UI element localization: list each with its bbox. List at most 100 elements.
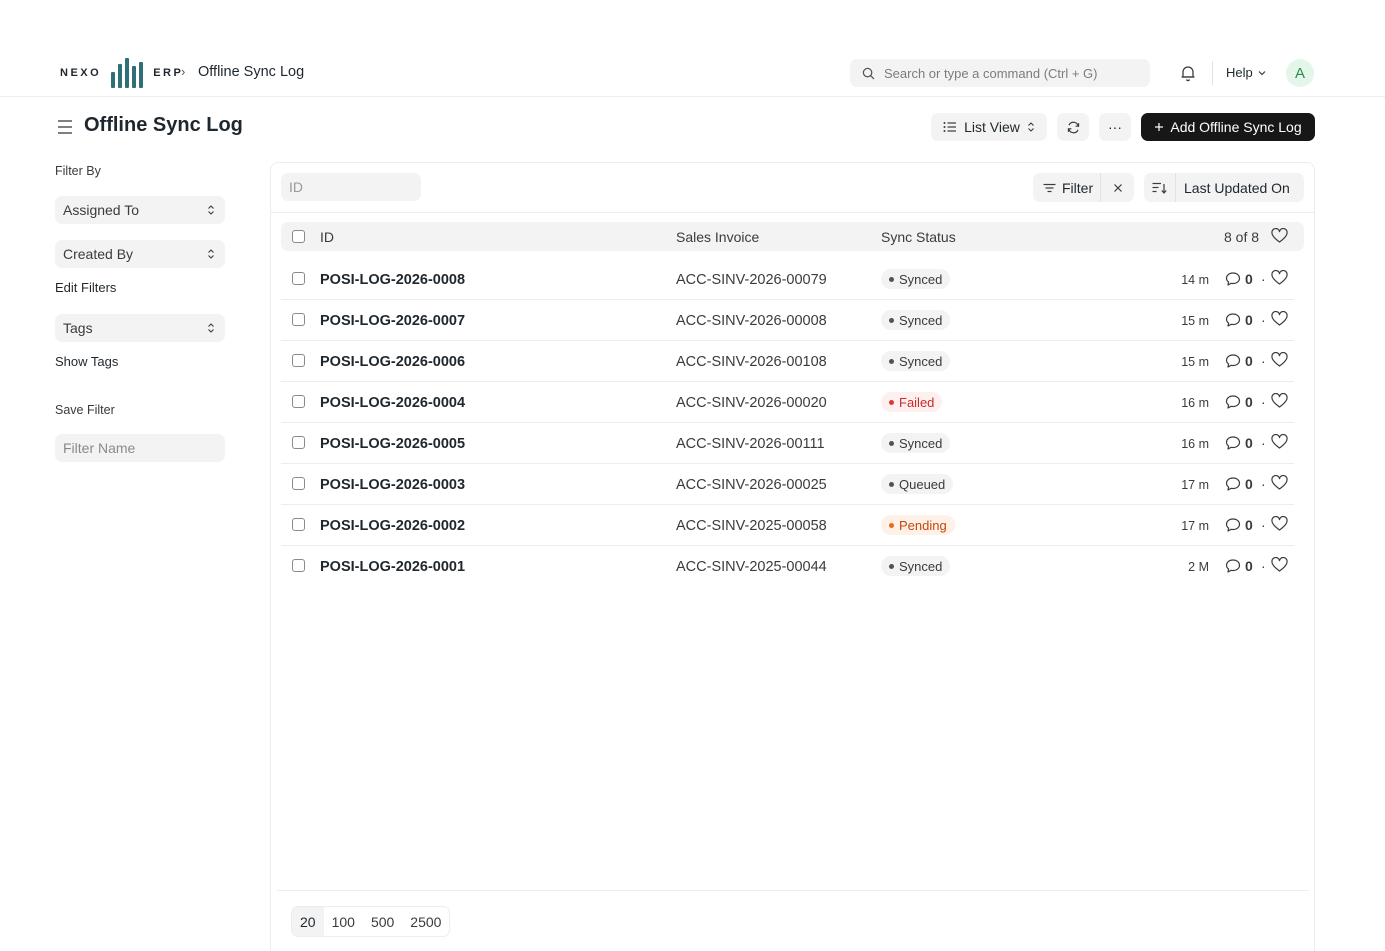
show-tags-link[interactable]: Show Tags: [55, 354, 118, 369]
column-header-sales-invoice[interactable]: Sales Invoice: [676, 229, 759, 245]
row-id-link[interactable]: POSI-LOG-2026-0003: [320, 477, 465, 493]
row-checkbox[interactable]: [292, 354, 305, 367]
status-badge[interactable]: Failed: [881, 392, 943, 412]
row-id-link[interactable]: POSI-LOG-2026-0001: [320, 559, 465, 575]
status-badge[interactable]: Queued: [881, 474, 954, 494]
column-header-sync-status[interactable]: Sync Status: [881, 229, 956, 245]
table-row[interactable]: POSI-LOG-2026-0004 ACC-SINV-2026-00020 F…: [281, 382, 1294, 423]
refresh-button[interactable]: [1057, 113, 1089, 141]
select-arrows-icon: [1028, 122, 1034, 132]
comment-icon[interactable]: [1225, 312, 1241, 328]
heart-icon[interactable]: [1271, 393, 1288, 409]
table-row[interactable]: POSI-LOG-2026-0005 ACC-SINV-2026-00111 S…: [281, 423, 1294, 464]
heart-icon[interactable]: [1271, 270, 1288, 286]
comment-count: 0: [1245, 517, 1253, 533]
created-by-select[interactable]: Created By: [55, 240, 225, 268]
comment-icon[interactable]: [1225, 476, 1241, 492]
assigned-to-select[interactable]: Assigned To: [55, 196, 225, 224]
row-id-link[interactable]: POSI-LOG-2026-0004: [320, 395, 465, 411]
edit-filters-link[interactable]: Edit Filters: [55, 280, 116, 295]
status-dot-icon: [889, 317, 894, 323]
comment-icon[interactable]: [1225, 517, 1241, 533]
row-sales-invoice: ACC-SINV-2026-00020: [676, 395, 827, 411]
app-logo[interactable]: NEXO ERP: [60, 58, 183, 88]
table-row[interactable]: POSI-LOG-2026-0008 ACC-SINV-2026-00079 S…: [281, 259, 1294, 300]
search-input[interactable]: [884, 65, 1144, 81]
comment-icon[interactable]: [1225, 353, 1241, 369]
sort-direction-button[interactable]: [1144, 173, 1176, 202]
filter-name-input[interactable]: [55, 434, 225, 462]
id-filter-input[interactable]: [281, 173, 421, 201]
row-sales-invoice: ACC-SINV-2025-00044: [676, 559, 827, 575]
table-row[interactable]: POSI-LOG-2026-0002 ACC-SINV-2025-00058 P…: [281, 505, 1294, 546]
footer-divider: [277, 890, 1309, 891]
select-all-checkbox[interactable]: [292, 230, 305, 243]
table-row[interactable]: POSI-LOG-2026-0007 ACC-SINV-2026-00008 S…: [281, 300, 1294, 341]
row-checkbox[interactable]: [292, 272, 305, 285]
page-length-500[interactable]: 500: [363, 907, 402, 936]
row-checkbox[interactable]: [292, 313, 305, 326]
row-id-link[interactable]: POSI-LOG-2026-0005: [320, 436, 465, 452]
status-badge[interactable]: Synced: [881, 433, 951, 453]
add-offline-sync-log-button[interactable]: Add Offline Sync Log: [1141, 113, 1315, 141]
table-row[interactable]: POSI-LOG-2026-0001 ACC-SINV-2025-00044 S…: [281, 546, 1294, 587]
row-id-link[interactable]: POSI-LOG-2026-0002: [320, 518, 465, 534]
row-checkbox[interactable]: [292, 559, 305, 572]
heart-icon[interactable]: [1271, 475, 1288, 491]
status-badge[interactable]: Synced: [881, 269, 951, 289]
comment-icon[interactable]: [1225, 271, 1241, 287]
page-length-2500[interactable]: 2500: [402, 907, 449, 936]
page-length-100[interactable]: 100: [324, 907, 363, 936]
list-view-button[interactable]: List View: [931, 113, 1047, 141]
status-badge[interactable]: Pending: [881, 515, 955, 535]
table-row[interactable]: POSI-LOG-2026-0006 ACC-SINV-2026-00108 S…: [281, 341, 1294, 382]
status-label: Synced: [899, 312, 943, 328]
meta-separator: ·: [1261, 353, 1266, 369]
heart-icon[interactable]: [1271, 516, 1288, 532]
status-badge[interactable]: Synced: [881, 556, 951, 576]
heart-icon[interactable]: [1271, 434, 1288, 450]
row-id-link[interactable]: POSI-LOG-2026-0007: [320, 313, 465, 329]
status-badge[interactable]: Synced: [881, 310, 951, 330]
table-row[interactable]: POSI-LOG-2026-0003 ACC-SINV-2026-00025 Q…: [281, 464, 1294, 505]
search-bar[interactable]: [850, 59, 1150, 87]
heart-icon[interactable]: [1271, 352, 1288, 368]
heart-icon[interactable]: [1271, 311, 1288, 327]
comment-count: 0: [1245, 353, 1253, 369]
row-id-link[interactable]: POSI-LOG-2026-0006: [320, 354, 465, 370]
user-avatar[interactable]: A: [1286, 59, 1314, 87]
comment-count: 0: [1245, 476, 1253, 492]
record-count: 8 of 8: [1224, 229, 1260, 245]
notification-bell-icon[interactable]: [1178, 63, 1198, 83]
row-checkbox[interactable]: [292, 395, 305, 408]
more-actions-button[interactable]: ···: [1099, 113, 1131, 141]
sort-field-button[interactable]: Last Updated On: [1176, 180, 1290, 196]
row-id-link[interactable]: POSI-LOG-2026-0008: [320, 272, 465, 288]
row-checkbox[interactable]: [292, 477, 305, 490]
row-modified-time: 14 m: [1181, 273, 1209, 287]
page-length-20[interactable]: 20: [292, 907, 324, 936]
column-header-id[interactable]: ID: [320, 229, 334, 245]
row-checkbox[interactable]: [292, 518, 305, 531]
breadcrumb-offline-sync-log[interactable]: Offline Sync Log: [198, 64, 304, 80]
select-arrows-icon: [208, 205, 214, 215]
filter-group: Filter: [1033, 173, 1134, 202]
status-label: Pending: [899, 517, 947, 533]
logo-text-left: NEXO: [60, 67, 102, 79]
status-label: Failed: [899, 394, 935, 410]
status-label: Synced: [899, 558, 943, 574]
sidebar-toggle-icon[interactable]: [57, 118, 73, 136]
tags-select[interactable]: Tags: [55, 314, 225, 342]
filter-button[interactable]: Filter: [1033, 173, 1101, 202]
heart-icon[interactable]: [1271, 228, 1288, 244]
help-dropdown[interactable]: Help: [1226, 65, 1267, 80]
comment-icon[interactable]: [1225, 394, 1241, 410]
clear-filter-button[interactable]: [1101, 183, 1134, 193]
comment-icon[interactable]: [1225, 435, 1241, 451]
comment-icon[interactable]: [1225, 558, 1241, 574]
heart-icon[interactable]: [1271, 557, 1288, 573]
meta-separator: ·: [1261, 558, 1266, 574]
status-badge[interactable]: Synced: [881, 351, 951, 371]
row-checkbox[interactable]: [292, 436, 305, 449]
row-sales-invoice: ACC-SINV-2026-00108: [676, 354, 827, 370]
